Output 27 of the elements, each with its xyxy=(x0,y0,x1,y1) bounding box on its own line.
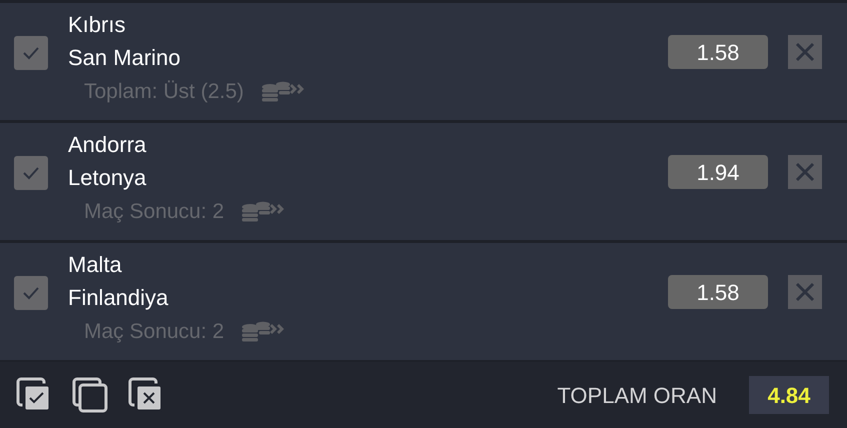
odds-value: 1.58 xyxy=(668,35,768,69)
team-name: Finlandiya xyxy=(68,284,170,312)
total-label: TOPLAM ORAN xyxy=(557,382,717,410)
close-icon xyxy=(795,282,815,302)
market-label: Maç Sonucu: 2 xyxy=(84,319,224,345)
checkbox[interactable] xyxy=(14,156,48,190)
team-name: Andorra xyxy=(68,131,148,159)
total-value: 4.84 xyxy=(749,376,829,414)
check-icon xyxy=(22,46,40,60)
team-name: Kıbrıs xyxy=(68,11,126,39)
team-name: San Marino xyxy=(68,44,182,72)
team-name: Malta xyxy=(68,251,123,279)
close-button[interactable] xyxy=(788,275,822,309)
market-label: Toplam: Üst (2.5) xyxy=(84,79,244,105)
copy-icon[interactable] xyxy=(72,377,108,413)
close-button[interactable] xyxy=(788,155,822,189)
close-icon xyxy=(795,42,815,62)
check-icon xyxy=(22,166,40,180)
market-label: Maç Sonucu: 2 xyxy=(84,199,224,225)
check-icon xyxy=(22,286,40,300)
checkbox[interactable] xyxy=(14,36,48,70)
odds-value: 1.94 xyxy=(668,155,768,189)
close-button[interactable] xyxy=(788,35,822,69)
checkbox[interactable] xyxy=(14,276,48,310)
close-icon xyxy=(795,162,815,182)
odds-value: 1.58 xyxy=(668,275,768,309)
team-name: Letonya xyxy=(68,164,148,192)
